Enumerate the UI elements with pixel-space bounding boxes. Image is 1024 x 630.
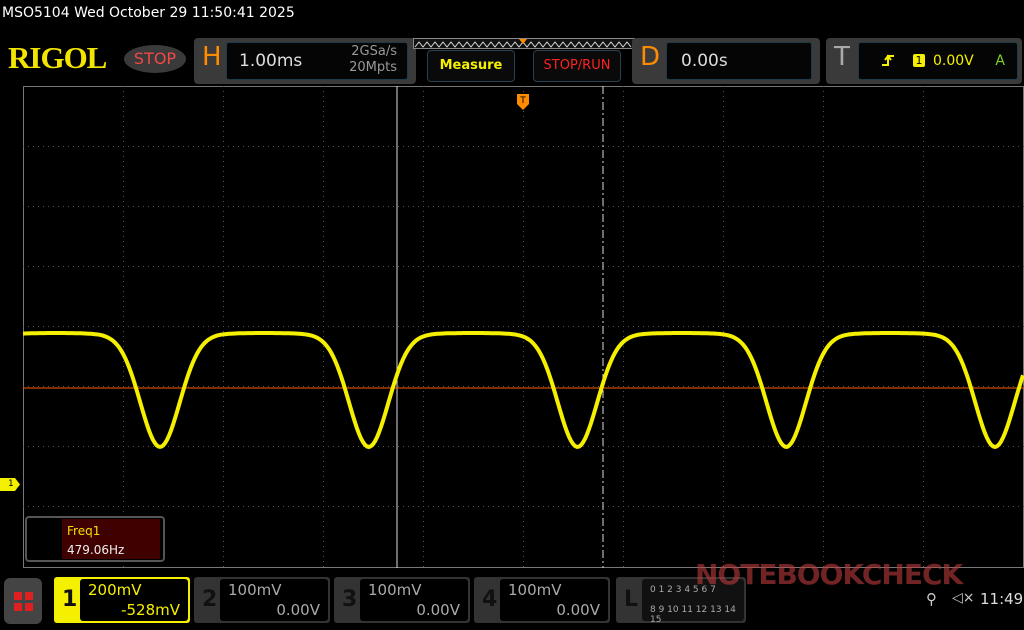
- channel-scale: 100mV: [368, 581, 422, 599]
- channel-1-waveform: [23, 331, 1024, 450]
- speaker-muted-icon[interactable]: ◁×: [952, 590, 975, 606]
- run-state-badge[interactable]: STOP: [124, 45, 186, 73]
- delay-label: D: [640, 42, 661, 72]
- channel-scale: 100mV: [508, 581, 562, 599]
- usb-icon: ⚲: [926, 590, 937, 608]
- stop-run-button[interactable]: STOP/RUN: [533, 50, 621, 82]
- delay-panel[interactable]: D 0.00s: [632, 38, 820, 84]
- horizontal-label: H: [202, 42, 222, 72]
- sample-rate: 2GSa/s: [351, 44, 397, 59]
- channel-offset: -528mV: [121, 601, 180, 619]
- channel-scale: 200mV: [88, 581, 142, 599]
- channel-4-box[interactable]: 4 100mV 0.00V: [474, 577, 610, 623]
- memory-depth: 20Mpts: [349, 60, 397, 75]
- clock: 11:49: [980, 590, 1024, 608]
- trigger-level: 0.00V: [933, 53, 974, 69]
- measurement-value: 479.06Hz: [67, 543, 125, 557]
- channel-1-offset-marker[interactable]: 1: [0, 478, 20, 491]
- timebase: 1.00ms: [239, 51, 303, 71]
- trigger-label: T: [834, 42, 850, 72]
- measure-button[interactable]: Measure: [427, 50, 515, 82]
- trigger-source: 1: [913, 54, 925, 67]
- waveform-display[interactable]: T: [23, 86, 1024, 568]
- trigger-position-icon: T: [517, 94, 529, 110]
- channel-number: 2: [202, 587, 218, 612]
- channel-number: 4: [482, 587, 498, 612]
- channel-2-box[interactable]: 2 100mV 0.00V: [194, 577, 330, 623]
- waveform-overview[interactable]: [413, 38, 635, 50]
- measurement-box[interactable]: Freq1 479.06Hz: [25, 516, 165, 562]
- channel-offset: 0.00V: [276, 601, 320, 619]
- notebookcheck-watermark: NOTEBOOKCHECK: [695, 558, 963, 591]
- channel-number: 3: [342, 587, 358, 612]
- trigger-mode: A: [995, 53, 1005, 69]
- channel-number: 1: [62, 587, 78, 612]
- logic-label: L: [624, 587, 639, 612]
- grid-menu-icon: [14, 592, 33, 611]
- graticule: [23, 86, 1024, 568]
- rising-edge-icon: [882, 54, 894, 66]
- delay-value: 0.00s: [681, 51, 728, 71]
- channel-3-box[interactable]: 3 100mV 0.00V: [334, 577, 470, 623]
- logic-channels-row2: 8 9 10 11 12 13 14 15: [650, 605, 736, 625]
- trigger-panel[interactable]: T 1 0.00V A: [826, 38, 1022, 84]
- horizontal-panel[interactable]: H 1.00ms 2GSa/s 20Mpts: [194, 38, 416, 84]
- channel-scale: 100mV: [228, 581, 282, 599]
- channel-offset: 0.00V: [416, 601, 460, 619]
- menu-button[interactable]: [4, 578, 42, 624]
- window-title: MSO5104 Wed October 29 11:50:41 2025: [2, 5, 295, 21]
- channel-offset: 0.00V: [556, 601, 600, 619]
- measurement-name: Freq1: [67, 524, 101, 538]
- svg-text:T: T: [519, 96, 526, 106]
- channel-1-box[interactable]: 1 200mV -528mV: [54, 577, 190, 623]
- rigol-logo: RIGOL: [8, 40, 107, 75]
